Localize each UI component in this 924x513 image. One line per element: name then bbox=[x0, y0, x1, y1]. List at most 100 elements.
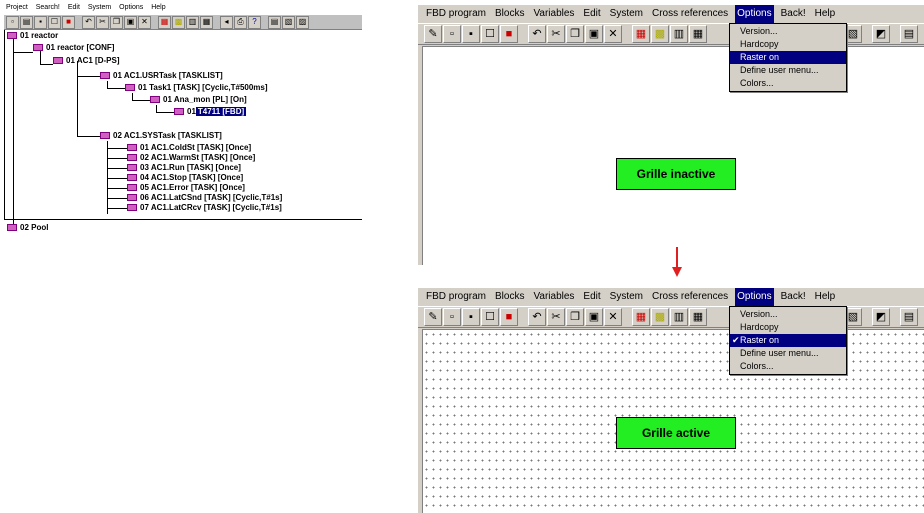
undo-icon[interactable]: ↶ bbox=[528, 308, 546, 326]
menu-item-version[interactable]: Version... bbox=[730, 308, 846, 321]
check-icon[interactable]: ☐ bbox=[481, 308, 499, 326]
tree-node-stop[interactable]: 04 AC1.Stop [TASK] [Once] bbox=[127, 173, 243, 182]
window-icon[interactable]: ▤ bbox=[900, 308, 918, 326]
cut-icon[interactable]: ✂ bbox=[547, 25, 565, 43]
menu-item-hardcopy[interactable]: Hardcopy bbox=[730, 321, 846, 334]
menu-item-version[interactable]: Version... bbox=[730, 25, 846, 38]
pencil-icon[interactable]: ✎ bbox=[424, 308, 442, 326]
menu-system[interactable]: System bbox=[610, 288, 643, 306]
tree-node-systask[interactable]: 02 AC1.SYSTask [TASKLIST] bbox=[100, 131, 222, 140]
debug-icon[interactable]: ▩ bbox=[651, 25, 669, 43]
help-icon[interactable]: ? bbox=[248, 15, 261, 29]
debug-icon[interactable]: ▩ bbox=[651, 308, 669, 326]
tree-node-ana-mon[interactable]: 01 Ana_mon [PL] [On] bbox=[150, 95, 247, 104]
delete-icon[interactable]: ✕ bbox=[604, 25, 622, 43]
save-icon[interactable]: ▪ bbox=[462, 308, 480, 326]
tree-node-task1[interactable]: 01 Task1 [TASK] [Cyclic,T#500ms] bbox=[125, 83, 268, 92]
monitor-icon[interactable]: ▦ bbox=[632, 308, 650, 326]
table-icon[interactable]: ▦ bbox=[689, 25, 707, 43]
chart-icon[interactable]: ▥ bbox=[186, 15, 199, 29]
menu-project[interactable]: Project bbox=[6, 4, 28, 11]
undo-icon[interactable]: ↶ bbox=[528, 25, 546, 43]
menu-fbd-program[interactable]: FBD program bbox=[426, 288, 486, 306]
cascade-icon[interactable]: ▧ bbox=[282, 15, 295, 29]
tree-node-coldst[interactable]: 01 AC1.ColdSt [TASK] [Once] bbox=[127, 143, 251, 152]
menu-cross-references[interactable]: Cross references bbox=[652, 5, 728, 23]
save-icon[interactable]: ▪ bbox=[462, 25, 480, 43]
menu-variables[interactable]: Variables bbox=[533, 288, 574, 306]
menu-edit[interactable]: Edit bbox=[583, 288, 600, 306]
check-icon[interactable]: ☐ bbox=[481, 25, 499, 43]
pencil-icon[interactable]: ✎ bbox=[424, 25, 442, 43]
menu-item-hardcopy[interactable]: Hardcopy bbox=[730, 38, 846, 51]
tools-icon[interactable]: ◩ bbox=[872, 308, 890, 326]
menu-back[interactable]: Back! bbox=[781, 5, 806, 23]
table-icon[interactable]: ▦ bbox=[689, 308, 707, 326]
menu-options[interactable]: Options bbox=[735, 5, 774, 23]
paste-icon[interactable]: ▣ bbox=[124, 15, 137, 29]
menu-variables[interactable]: Variables bbox=[533, 5, 574, 23]
fbd-canvas-grid[interactable]: Grille active bbox=[422, 329, 924, 513]
table-icon[interactable]: ▦ bbox=[200, 15, 213, 29]
menu-system[interactable]: System bbox=[88, 4, 111, 11]
print-icon[interactable]: ⎙ bbox=[234, 15, 247, 29]
menu-edit[interactable]: Edit bbox=[68, 4, 80, 11]
tree-node-ac1[interactable]: 01 AC1 [D-PS] bbox=[53, 56, 120, 65]
debug-icon[interactable]: ▩ bbox=[172, 15, 185, 29]
monitor-icon[interactable]: ▦ bbox=[632, 25, 650, 43]
monitor-icon[interactable]: ▦ bbox=[158, 15, 171, 29]
undo-icon[interactable]: ↶ bbox=[82, 15, 95, 29]
menu-cross-references[interactable]: Cross references bbox=[652, 288, 728, 306]
menu-options[interactable]: Options bbox=[119, 4, 143, 11]
tree-node-latcsnd[interactable]: 06 AC1.LatCSnd [TASK] [Cyclic,T#1s] bbox=[127, 193, 282, 202]
new-icon[interactable]: ▫ bbox=[443, 25, 461, 43]
tree-node-warmst[interactable]: 02 AC1.WarmSt [TASK] [Once] bbox=[127, 153, 255, 162]
menu-edit[interactable]: Edit bbox=[583, 5, 600, 23]
menu-help[interactable]: Help bbox=[815, 5, 836, 23]
fbd-canvas[interactable]: Grille inactive bbox=[422, 46, 924, 265]
menu-item-raster-on[interactable]: ✔ Raster on bbox=[730, 334, 846, 347]
menu-item-colors[interactable]: Colors... bbox=[730, 77, 846, 90]
menu-search[interactable]: Search! bbox=[36, 4, 60, 11]
tree-node-run[interactable]: 03 AC1.Run [TASK] [Once] bbox=[127, 163, 241, 172]
stop-icon[interactable]: ■ bbox=[62, 15, 75, 29]
paste-icon[interactable]: ▣ bbox=[585, 25, 603, 43]
menu-item-raster-on[interactable]: Raster on bbox=[730, 51, 846, 64]
prev-icon[interactable]: ◂ bbox=[220, 15, 233, 29]
tree-node-pool[interactable]: 02 Pool bbox=[7, 223, 48, 232]
menu-options[interactable]: Options bbox=[735, 288, 774, 306]
stop-icon[interactable]: ■ bbox=[500, 25, 518, 43]
copy-icon[interactable]: ❐ bbox=[110, 15, 123, 29]
menu-fbd-program[interactable]: FBD program bbox=[426, 5, 486, 23]
copy-icon[interactable]: ❐ bbox=[566, 25, 584, 43]
tools-icon[interactable]: ◩ bbox=[872, 25, 890, 43]
tree-node-latcrcv[interactable]: 07 AC1.LatCRcv [TASK] [Cyclic,T#1s] bbox=[127, 203, 282, 212]
menu-help[interactable]: Help bbox=[151, 4, 165, 11]
paste-icon[interactable]: ▣ bbox=[585, 308, 603, 326]
delete-icon[interactable]: ✕ bbox=[604, 308, 622, 326]
tree-node-reactor[interactable]: 01 reactor bbox=[7, 31, 58, 40]
tree-node-usrtask[interactable]: 01 AC1.USRTask [TASKLIST] bbox=[100, 71, 223, 80]
menu-item-define-user-menu[interactable]: Define user menu... bbox=[730, 64, 846, 77]
cut-icon[interactable]: ✂ bbox=[96, 15, 109, 29]
menu-system[interactable]: System bbox=[610, 5, 643, 23]
cut-icon[interactable]: ✂ bbox=[547, 308, 565, 326]
menu-blocks[interactable]: Blocks bbox=[495, 5, 524, 23]
delete-icon[interactable]: ✕ bbox=[138, 15, 151, 29]
copy-icon[interactable]: ❐ bbox=[566, 308, 584, 326]
menu-blocks[interactable]: Blocks bbox=[495, 288, 524, 306]
tree-node-error[interactable]: 05 AC1.Error [TASK] [Once] bbox=[127, 183, 245, 192]
tree-node-t4711[interactable]: 01 T4711 [FBD] bbox=[174, 107, 247, 116]
check-icon[interactable]: ☐ bbox=[48, 15, 61, 29]
menu-back[interactable]: Back! bbox=[781, 288, 806, 306]
tree-node-reactor-conf[interactable]: 01 reactor [CONF] bbox=[33, 43, 114, 52]
open-icon[interactable]: ▤ bbox=[20, 15, 33, 29]
window-icon[interactable]: ▤ bbox=[900, 25, 918, 43]
chart-icon[interactable]: ▥ bbox=[670, 25, 688, 43]
new-icon[interactable]: ▫ bbox=[443, 308, 461, 326]
stop-icon[interactable]: ■ bbox=[500, 308, 518, 326]
menu-item-colors[interactable]: Colors... bbox=[730, 360, 846, 373]
save-icon[interactable]: ▪ bbox=[34, 15, 47, 29]
tile-icon[interactable]: ▤ bbox=[268, 15, 281, 29]
new-icon[interactable]: ▫ bbox=[6, 15, 19, 29]
